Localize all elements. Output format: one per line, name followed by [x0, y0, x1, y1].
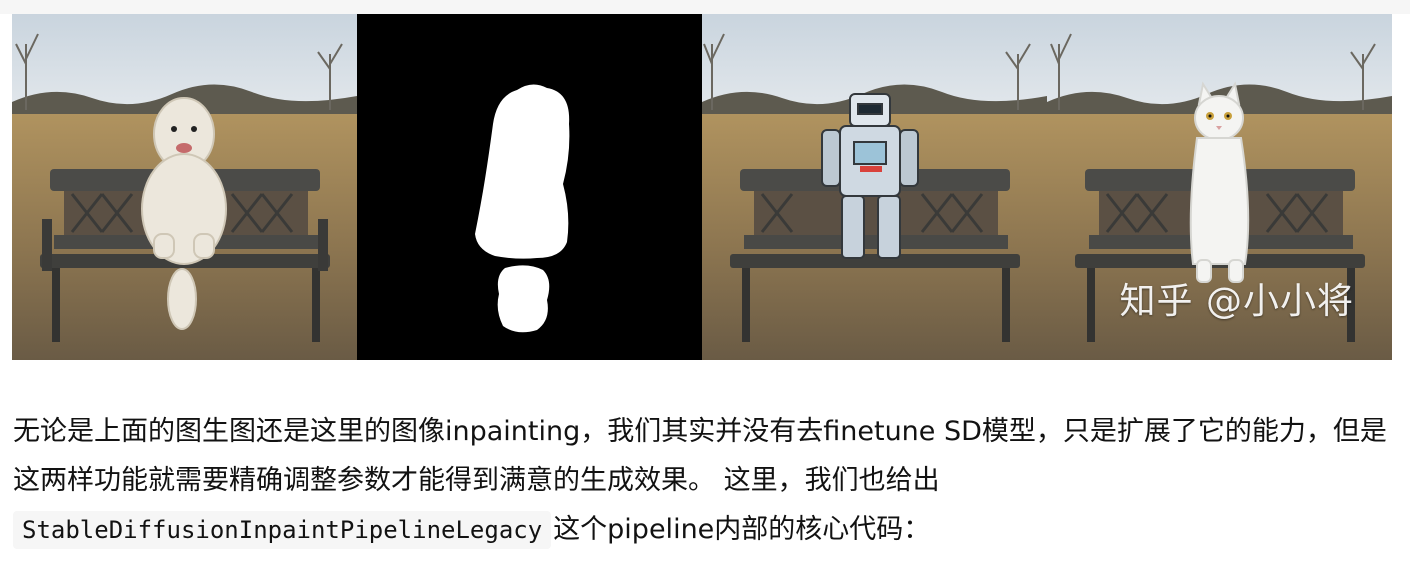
- zhihu-watermark: 知乎 @小小将: [1119, 281, 1354, 322]
- paragraph-text-before: 无论是上面的图生图还是这里的图像inpainting，我们其实并没有去finet…: [13, 416, 1387, 496]
- inpainting-mask: [357, 14, 702, 360]
- top-strip: [0, 0, 1410, 14]
- inline-code-pipeline-name: StableDiffusionInpaintPipelineLegacy: [13, 511, 552, 549]
- inpainted-cat-result: 知乎 @小小将: [1047, 14, 1392, 360]
- original-dog-photo: [12, 14, 357, 360]
- inpainting-figure: 知乎 @小小将: [12, 14, 1392, 360]
- paragraph-text-after: 这个pipeline内部的核心代码：: [553, 514, 931, 545]
- body-paragraph: 无论是上面的图生图还是这里的图像inpainting，我们其实并没有去finet…: [13, 407, 1398, 555]
- inpainted-robot-result: [702, 14, 1047, 360]
